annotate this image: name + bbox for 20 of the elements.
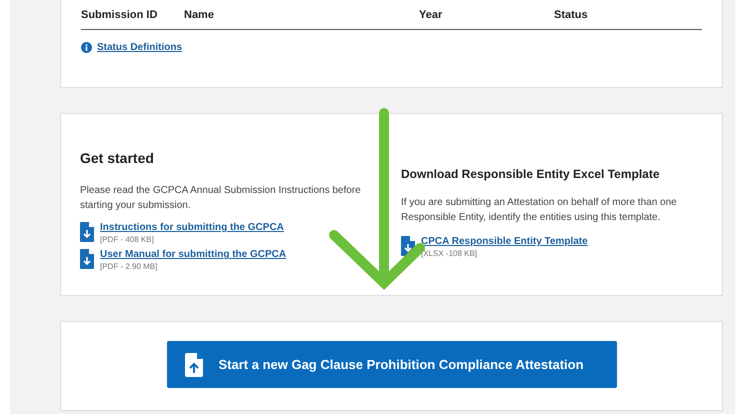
download-file-icon bbox=[80, 249, 94, 269]
section-title: Get started bbox=[80, 149, 155, 168]
column-header: Name bbox=[184, 8, 215, 23]
section-description: Please read the GCPCA Annual Submission Instructions before starting your submission. bbox=[80, 184, 362, 213]
start-attestation-button[interactable]: Start a new Gag Clause Prohibition Compliance Attestation bbox=[166, 341, 616, 388]
upload-file-icon bbox=[184, 352, 202, 376]
download-link[interactable]: Instructions for submitting the GCPCA bbox=[100, 221, 284, 234]
download-file-icon bbox=[80, 222, 94, 242]
download-link[interactable]: User Manual for submitting the GCPCA bbox=[100, 248, 286, 261]
file-info: [PDF - 408 KB] bbox=[100, 234, 155, 245]
column-header: Year bbox=[419, 8, 444, 23]
column-header: Status bbox=[554, 8, 589, 23]
file-info: [XLSX -108 KB] bbox=[421, 248, 478, 259]
status-definitions-link[interactable]: Status Definitions bbox=[97, 40, 182, 54]
download-link[interactable]: CPCA Responsible Entity Template bbox=[421, 235, 588, 248]
column-header: Submission ID bbox=[81, 8, 158, 23]
info-icon bbox=[81, 42, 92, 52]
file-info: [PDF - 2.90 MB] bbox=[100, 261, 158, 272]
section-title: Download Responsible Entity Excel Template bbox=[401, 166, 660, 183]
section-description: If you are submitting an Attestation on behalf of more than one Responsible Entity, identify the entities using this template. bbox=[401, 196, 678, 225]
